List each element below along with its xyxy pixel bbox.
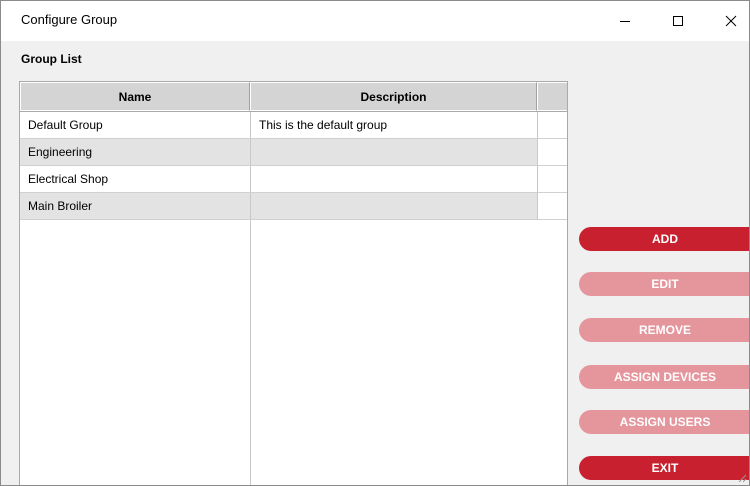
minimize-button[interactable] [601,1,649,41]
cell-name: Main Broiler [28,199,93,213]
column-header-filler [537,82,567,111]
group-list-grid[interactable]: Name Description Default Group This is t… [19,81,568,485]
cell-description [250,193,537,219]
maximize-button[interactable] [654,1,702,41]
window-title: Configure Group [21,12,118,27]
edit-button[interactable]: EDIT [579,272,749,296]
cell-name: Engineering [28,145,93,159]
table-row[interactable]: Main Broiler [20,193,537,220]
column-header-description[interactable]: Description [250,82,537,111]
table-row[interactable]: Default Group This is the default group [20,112,537,139]
grid-header: Name Description [20,82,567,112]
column-divider [250,220,251,485]
cell-name: Default Group [28,118,103,132]
cell-name: Electrical Shop [28,172,109,186]
resize-grip-icon[interactable] [737,473,747,483]
minimize-icon [620,21,630,22]
configure-group-window: Configure Group Group List Name Descript… [0,0,750,486]
cell-description [250,166,537,192]
row-filler-cell [537,139,567,166]
exit-button[interactable]: EXIT [579,456,749,480]
assign-users-button[interactable]: ASSIGN USERS [579,410,749,434]
close-icon [725,15,737,27]
table-row[interactable]: Electrical Shop [20,166,537,193]
add-button[interactable]: ADD [579,227,749,251]
row-filler-cell [537,166,567,193]
cell-description: This is the default group [250,112,537,138]
cell-description [250,139,537,165]
maximize-icon [673,16,683,26]
assign-devices-button[interactable]: ASSIGN DEVICES [579,365,749,389]
group-list-label: Group List [21,52,82,66]
row-filler-cell [537,193,567,220]
table-row[interactable]: Engineering [20,139,537,166]
column-header-name[interactable]: Name [20,82,250,111]
remove-button[interactable]: REMOVE [579,318,749,342]
row-filler-cell [537,112,567,139]
close-button[interactable] [707,1,749,41]
title-bar[interactable]: Configure Group [1,1,749,41]
